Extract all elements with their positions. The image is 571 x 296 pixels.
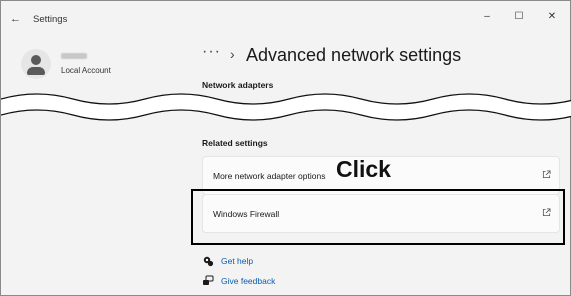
screenshot-break-wave — [1, 93, 571, 121]
back-arrow-icon[interactable]: ← — [10, 13, 21, 25]
maximize-button[interactable]: ☐ — [508, 9, 530, 25]
give-feedback-label: Give feedback — [221, 276, 276, 286]
feedback-icon — [203, 275, 214, 285]
section-related-settings: Related settings — [202, 138, 268, 148]
account-type: Local Account — [61, 66, 111, 75]
item-label: More network adapter options — [213, 171, 326, 181]
breadcrumb-separator: › — [230, 46, 235, 62]
user-icon-head — [31, 55, 41, 65]
page-title: Advanced network settings — [246, 45, 462, 65]
help-icon — [203, 256, 214, 267]
user-name-redacted — [61, 53, 87, 59]
settings-window: ← Settings – ☐ ✕ Local Account ··· › Adv… — [0, 0, 571, 296]
avatar[interactable] — [21, 49, 51, 79]
breadcrumb-more-button[interactable]: ··· — [202, 43, 221, 61]
close-button[interactable]: ✕ — [541, 9, 563, 25]
user-icon-body — [27, 67, 45, 75]
app-title: Settings — [33, 14, 68, 25]
open-external-icon — [542, 170, 551, 179]
get-help-label: Get help — [221, 256, 254, 266]
highlight-box — [191, 189, 565, 245]
click-annotation: Click — [336, 156, 391, 182]
minimize-button[interactable]: – — [476, 9, 498, 25]
title-bar: ← Settings – ☐ ✕ — [1, 1, 570, 41]
